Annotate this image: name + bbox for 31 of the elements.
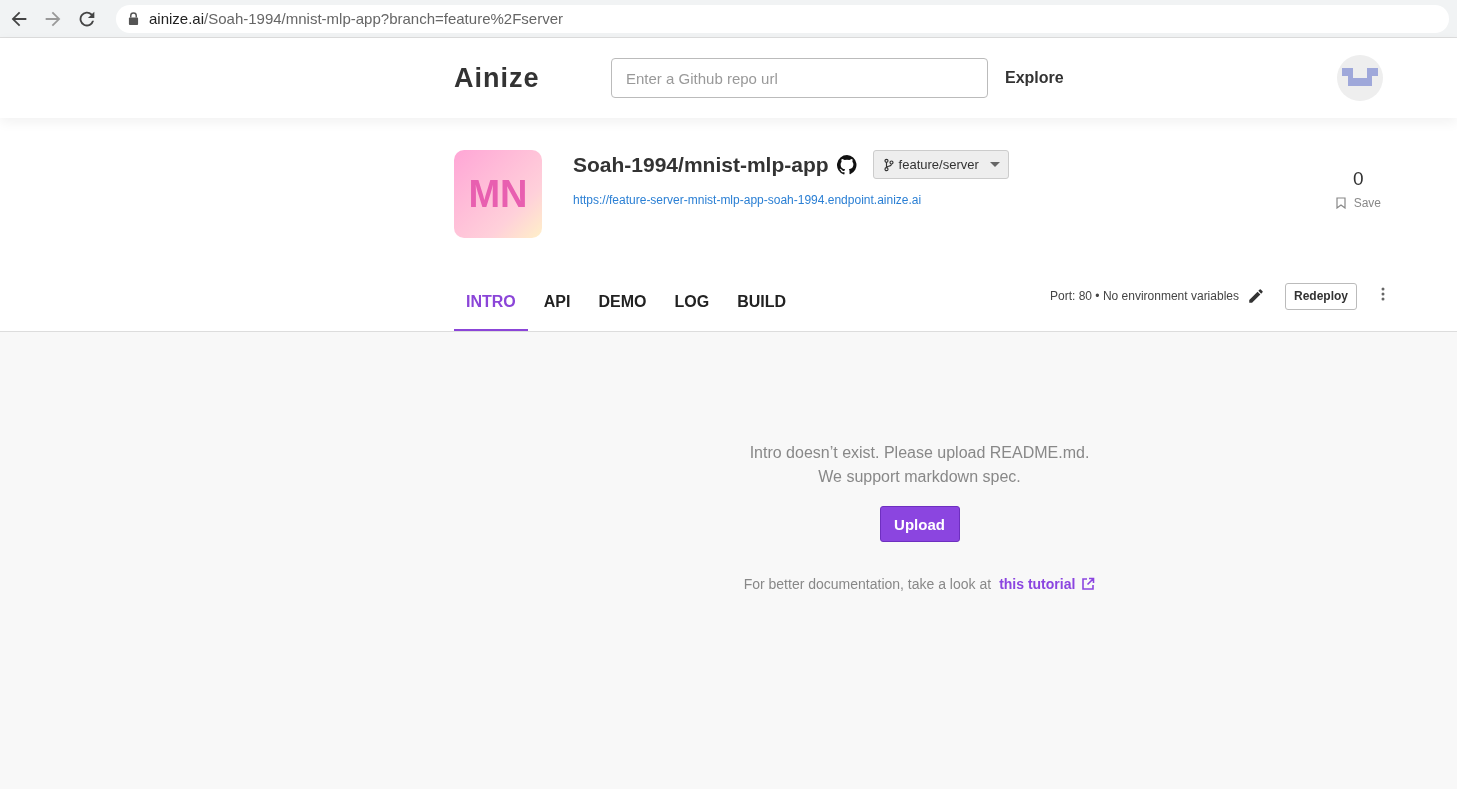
search-field[interactable]: Enter a Github repo url bbox=[611, 58, 988, 98]
save-count: 0 bbox=[1353, 168, 1364, 190]
github-icon[interactable] bbox=[836, 154, 857, 175]
tab[interactable]: DEMO bbox=[586, 289, 659, 331]
caret-icon bbox=[989, 161, 1000, 168]
branch-dropdown[interactable]: feature/server bbox=[872, 150, 1009, 179]
project-logo: MN bbox=[454, 150, 542, 238]
branch-icon bbox=[883, 157, 894, 172]
intro-message: We support markdown spec. bbox=[817, 467, 1022, 487]
url-text: ainize.ai/Soah-1994/mnist-mlp-app?branch=feature%2Fserver bbox=[149, 10, 563, 27]
tutorial-text: For better documentation, take a look at bbox=[743, 576, 992, 592]
tab[interactable]: API bbox=[531, 289, 583, 331]
lock-icon bbox=[128, 12, 139, 25]
more-icon[interactable] bbox=[1381, 287, 1385, 301]
redeploy-button[interactable]: Redeploy bbox=[1285, 282, 1357, 310]
external-link-icon[interactable] bbox=[1081, 577, 1096, 591]
port-summary: Port: 80 • No environment variables bbox=[1050, 289, 1239, 303]
bookmark-icon[interactable] bbox=[1335, 197, 1346, 209]
tutorial-link[interactable]: this tutorial bbox=[999, 576, 1076, 592]
logo[interactable]: Ainize bbox=[454, 62, 611, 94]
tab[interactable]: BUILD bbox=[725, 289, 798, 331]
tab[interactable]: LOG bbox=[662, 289, 722, 331]
address-bar[interactable]: ainize.ai/Soah-1994/mnist-mlp-app?branch=feature%2Fserver bbox=[116, 4, 1449, 33]
explore-link[interactable]: Explore bbox=[1005, 69, 1064, 87]
pencil-icon[interactable] bbox=[1247, 287, 1265, 305]
save-label[interactable]: Save bbox=[1353, 196, 1381, 210]
upload-button[interactable]: Upload bbox=[879, 506, 960, 542]
tab[interactable]: INTRO bbox=[454, 289, 528, 331]
repo-name: Soah-1994/mnist-mlp-app bbox=[573, 152, 829, 177]
intro-message: Intro doesn’t exist. Please upload README.md. bbox=[749, 443, 1090, 463]
endpoint-link[interactable]: https://feature-server-mnist-mlp-app-soah-1994.endpoint.ainize.ai bbox=[573, 193, 1009, 207]
